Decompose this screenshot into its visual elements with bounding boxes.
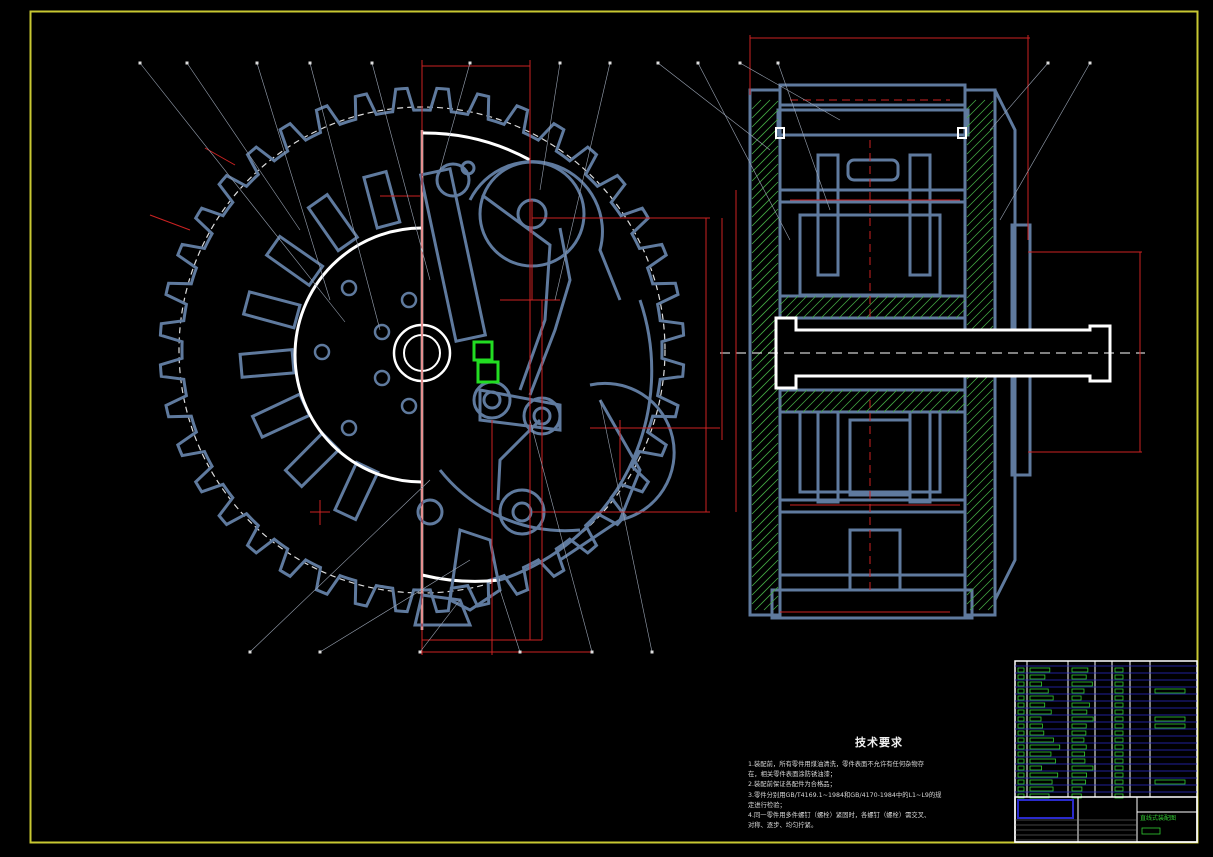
leader-marker: [518, 650, 522, 654]
tech-requirements-line: 2.装配前保证各配件为合格品；: [748, 781, 836, 789]
leader-marker: [776, 61, 780, 65]
leader-marker: [608, 61, 612, 65]
tech-requirements-line: 1.装配前，所有零件用煤油清洗，零件表面不允许有任何杂物存: [748, 761, 925, 768]
tech-requirements-line: 3.零件分别用GB/T4169.1~1984和GB/4170-1984中的L1~…: [748, 791, 942, 799]
leader-marker: [656, 61, 660, 65]
tech-requirements: 技术要求 1.装配前，所有零件用煤油清洗，零件表面不允许有任何杂物存 在，相关零…: [748, 734, 1010, 831]
tech-requirements-line: 4.同一零件用多件螺钉（螺栓）紧固时，各螺钉（螺栓）需交叉、: [748, 812, 931, 820]
leader-marker: [418, 650, 422, 654]
leader-marker: [468, 61, 472, 65]
leader-marker: [1046, 61, 1050, 65]
leader-marker: [590, 650, 594, 654]
leader-marker: [185, 61, 189, 65]
cad-drawing-canvas: [0, 0, 1213, 857]
leader-marker: [558, 61, 562, 65]
leader-marker: [318, 650, 322, 654]
leader-marker: [308, 61, 312, 65]
leader-marker: [650, 650, 654, 654]
leader-marker: [370, 61, 374, 65]
leader-marker: [696, 61, 700, 65]
leader-marker: [1088, 61, 1092, 65]
leader-marker: [738, 61, 742, 65]
tech-requirements-line: 在，相关零件表面涂防锈油漆；: [748, 771, 837, 779]
leader-marker: [138, 61, 142, 65]
tech-requirements-title: 技术要求: [855, 736, 903, 749]
tech-requirements-line: 对称、逐步、均匀拧紧。: [748, 822, 818, 830]
leader-marker: [248, 650, 252, 654]
tech-requirements-line: 定进行检验；: [748, 801, 786, 809]
title-block-drawing-name: 直线式装配图: [1140, 815, 1177, 822]
leader-marker: [255, 61, 259, 65]
